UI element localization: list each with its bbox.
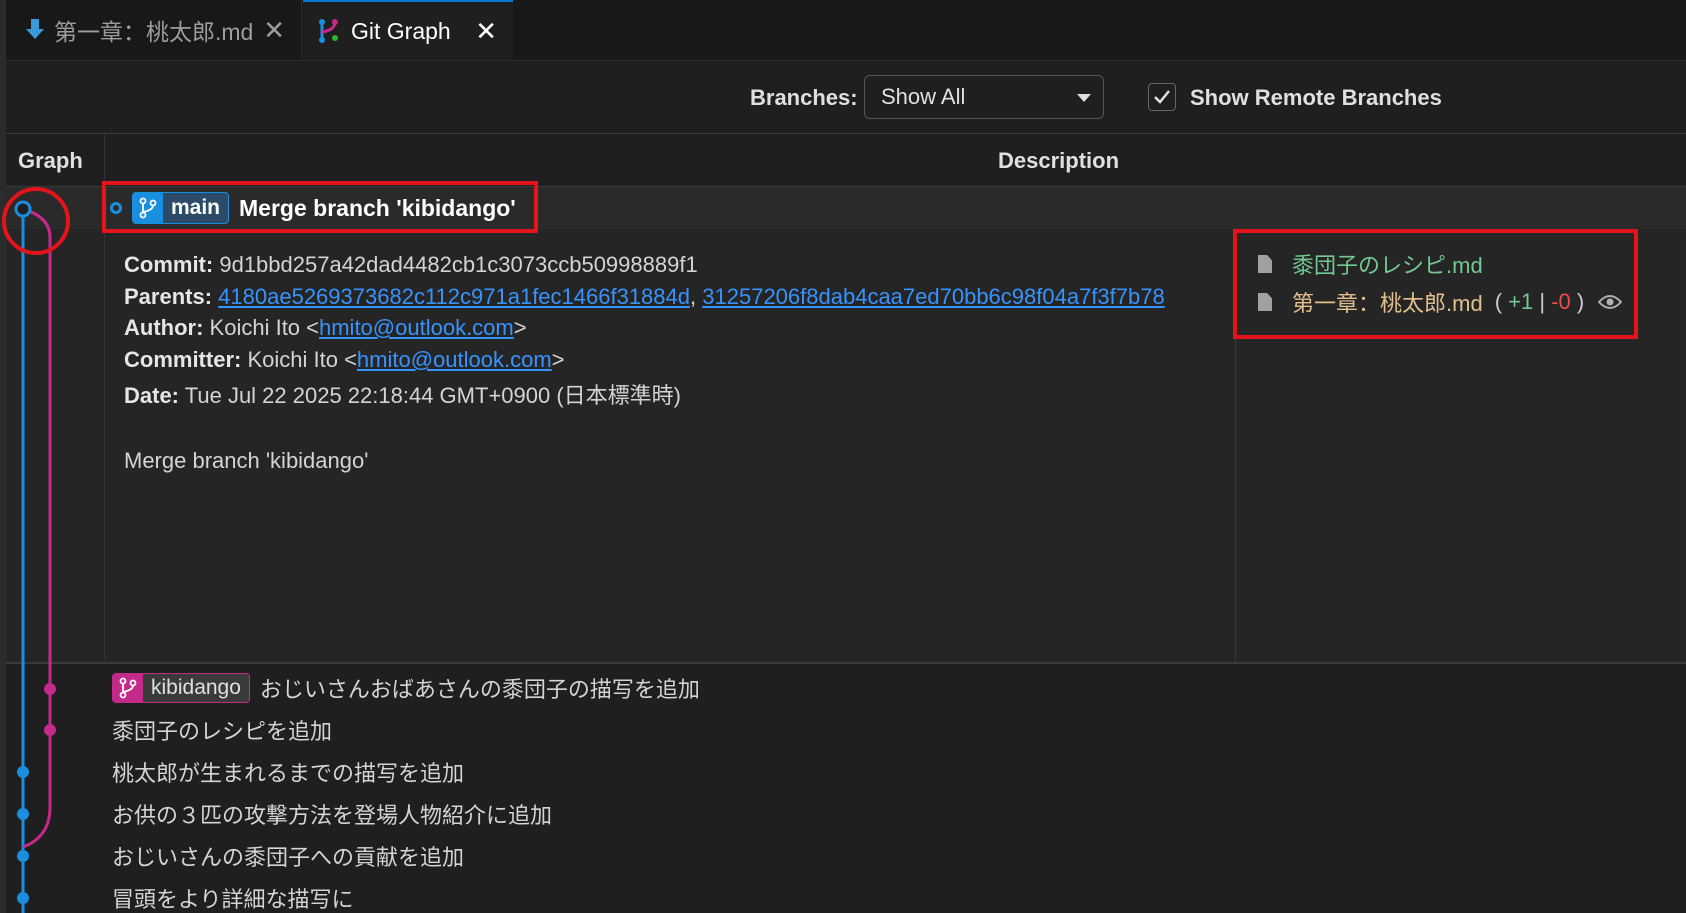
commit-node xyxy=(17,850,29,862)
description-column-header: Description xyxy=(998,148,1120,173)
checkmark-icon xyxy=(1154,90,1170,104)
tab-label: Git Graph xyxy=(351,17,451,44)
commit-message: 黍団子のレシピを追加 xyxy=(112,719,333,744)
branches-dropdown[interactable]: Show All xyxy=(864,75,1104,119)
commit-hash-line: Commit: 9d1bbd257a42dad4482cb1c3073ccb50… xyxy=(124,252,698,278)
table-header: Graph Description xyxy=(6,134,1686,187)
date-line: Date: Tue Jul 22 2025 22:18:44 GMT+0900 … xyxy=(124,378,681,410)
commit-node xyxy=(17,766,29,778)
graph-column-header: Graph xyxy=(18,148,83,173)
git-graph-icon xyxy=(317,18,341,44)
parent-link-2[interactable]: 31257206f8dab4caa7ed70bb6c98f04a7f3f7b78 xyxy=(702,284,1164,309)
show-remote-branches-checkbox[interactable] xyxy=(1148,83,1176,111)
commit-message: 桃太郎が生まれるまでの描写を追加 xyxy=(112,761,465,786)
commit-row[interactable]: 冒頭をより詳細な描写に xyxy=(112,878,354,913)
markdown-download-icon xyxy=(26,19,44,41)
commit-message: おじいさんの黍団子への貢献を追加 xyxy=(112,845,465,870)
commit-graph xyxy=(14,200,56,913)
commit-message: 冒頭をより詳細な描写に xyxy=(112,887,354,912)
branches-dropdown-value: Show All xyxy=(881,84,966,109)
committer-suffix: > xyxy=(551,347,565,372)
highlight-box-files xyxy=(1233,229,1638,339)
committer-line: Committer: Koichi Ito <hmito@outlook.com… xyxy=(124,347,565,373)
graph-controls: Branches: Show All Show Remote Branches xyxy=(6,61,1686,134)
parent-link-1[interactable]: 4180ae5269373682c112c971a1fec1466f31884d xyxy=(218,284,690,309)
kibidango-branch-line xyxy=(22,207,52,849)
highlight-circle xyxy=(2,187,70,255)
author-label: Author: xyxy=(124,315,204,340)
branch-badge-kibidango[interactable]: kibidango xyxy=(112,673,250,703)
commit-hash: 9d1bbd257a42dad4482cb1c3073ccb50998889f1 xyxy=(219,252,698,277)
commit-label: Commit: xyxy=(124,252,214,277)
branch-badge-label: kibidango xyxy=(151,676,241,699)
close-icon[interactable]: ✕ xyxy=(263,15,285,46)
commit-row[interactable]: 桃太郎が生まれるまでの描写を追加 xyxy=(112,752,464,792)
committer-label: Committer: xyxy=(124,347,242,372)
commit-body: Merge branch 'kibidango' xyxy=(124,448,369,473)
tab-markdown-file[interactable]: 第一章：桃太郎.md ✕ xyxy=(12,0,302,60)
close-icon[interactable]: ✕ xyxy=(475,16,497,47)
tab-bar: 第一章：桃太郎.md ✕ Git Graph ✕ xyxy=(6,0,1686,61)
commit-node xyxy=(17,808,29,820)
tab-label: 第一章：桃太郎.md xyxy=(54,19,254,45)
author-name: Koichi Ito < xyxy=(209,315,319,340)
commit-row[interactable]: 黍団子のレシピを追加 xyxy=(112,710,332,750)
parents-line: Parents: 4180ae5269373682c112c971a1fec14… xyxy=(124,284,1165,310)
parent-separator: , xyxy=(690,284,697,309)
committer-email-link[interactable]: hmito@outlook.com xyxy=(357,347,552,372)
commit-node xyxy=(17,892,29,904)
branch-icon xyxy=(113,674,143,702)
show-remote-branches-label[interactable]: Show Remote Branches xyxy=(1190,85,1442,111)
author-email-link[interactable]: hmito@outlook.com xyxy=(319,315,514,340)
committer-name: Koichi Ito < xyxy=(247,347,357,372)
git-graph-window: 第一章：桃太郎.md ✕ Git Graph ✕ Branches: Show … xyxy=(0,0,1686,913)
commit-row[interactable]: おじいさんの黍団子への貢献を追加 xyxy=(112,836,464,876)
date-value: Tue Jul 22 2025 22:18:44 GMT+0900 (日本標準時… xyxy=(184,383,681,408)
branches-label: Branches: xyxy=(750,85,858,110)
author-line: Author: Koichi Ito <hmito@outlook.com> xyxy=(124,315,527,341)
parents-label: Parents: xyxy=(124,284,213,309)
commit-row[interactable]: kibidango おじいさんおばあさんの黍団子の描写を追加 xyxy=(112,668,700,708)
date-label: Date: xyxy=(124,383,180,408)
tab-git-graph[interactable]: Git Graph ✕ xyxy=(303,0,513,60)
commit-row[interactable]: お供の３匹の攻撃方法を登場人物紹介に追加 xyxy=(112,794,552,834)
commit-message: お供の３匹の攻撃方法を登場人物紹介に追加 xyxy=(112,803,553,828)
highlight-box-commit xyxy=(102,181,538,233)
author-suffix: > xyxy=(513,315,527,340)
commit-message: おじいさんおばあさんの黍団子の描写を追加 xyxy=(259,677,700,702)
commit-node xyxy=(44,683,56,695)
commit-node xyxy=(44,724,56,736)
chevron-down-icon xyxy=(1077,94,1091,102)
